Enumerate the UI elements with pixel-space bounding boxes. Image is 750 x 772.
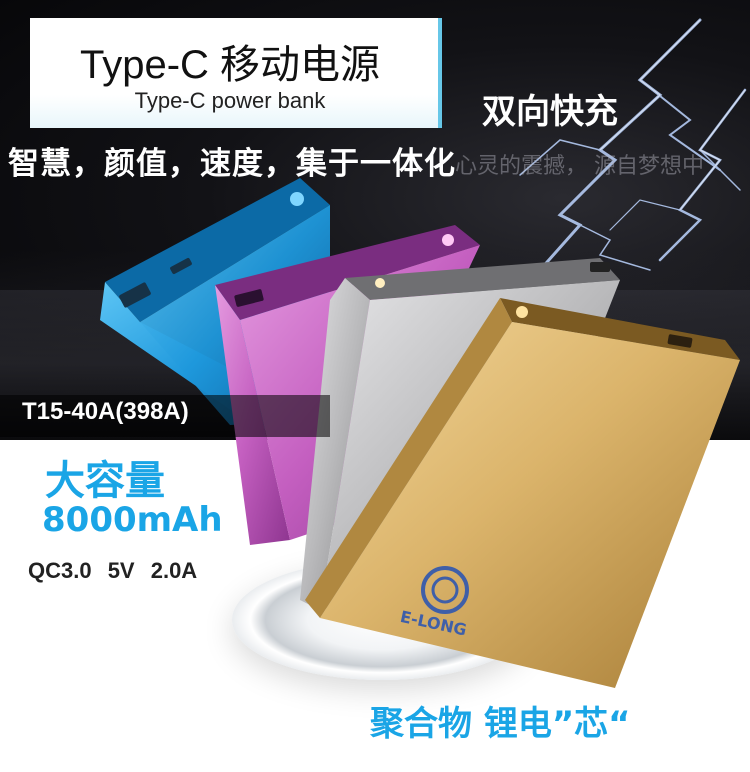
spec-text: QC3.0 5V 2.0A [28, 558, 198, 583]
capacity-label: 大容量 [45, 458, 165, 504]
cell-type-label: 聚合物 锂电”芯“ [370, 704, 631, 744]
power-bank-illustration: E-LONG [100, 178, 740, 688]
model-number: T15-40A(398A) [22, 398, 189, 425]
capacity-value: 8000mAh [42, 500, 223, 540]
